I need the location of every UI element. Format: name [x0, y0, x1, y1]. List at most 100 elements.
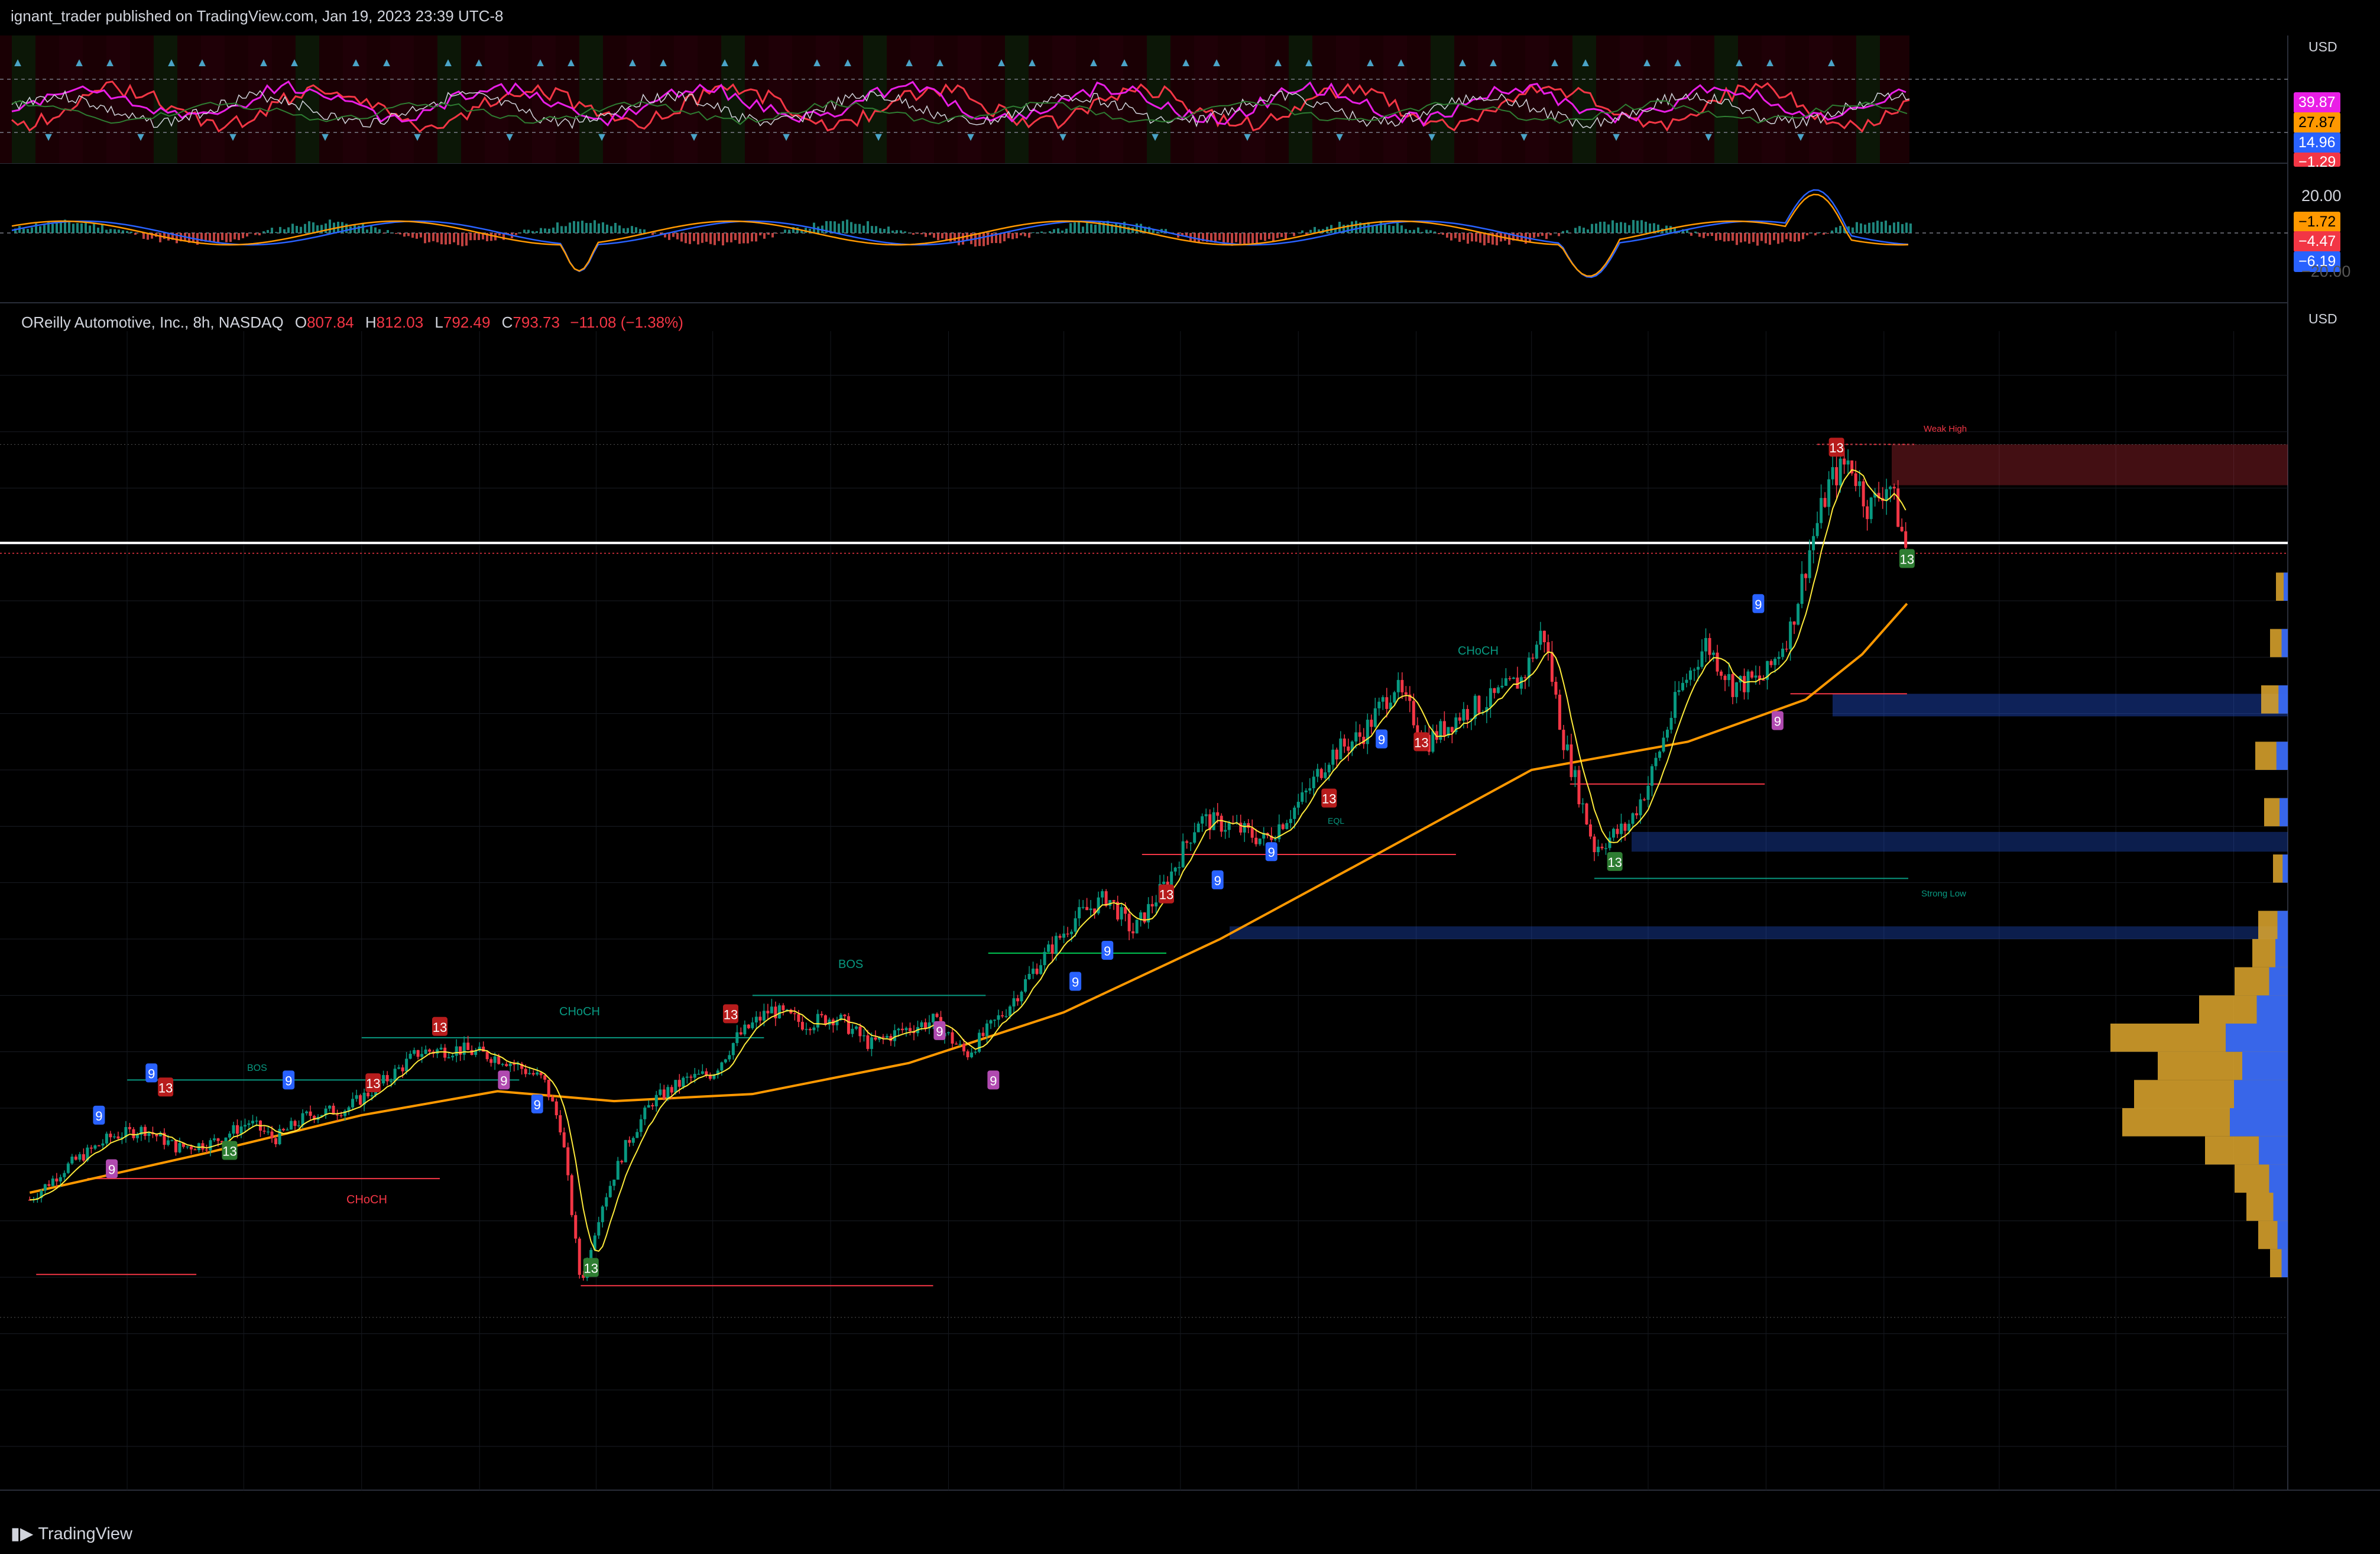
pane2-histogram-bar	[891, 230, 894, 233]
candle-body	[1101, 891, 1104, 898]
tradingview-logo[interactable]: ▮▶ TradingView	[11, 1523, 132, 1544]
candle-body	[1500, 685, 1504, 688]
candle-body	[1804, 574, 1808, 578]
candle-body	[1704, 637, 1708, 652]
pane2-histogram-bar	[618, 225, 621, 233]
candle-body	[1312, 776, 1315, 788]
candle-body	[728, 1055, 731, 1060]
pane1-signal-arrow: ▼	[1241, 131, 1253, 144]
candle-body	[643, 1107, 647, 1119]
pane2-histogram-bar	[287, 227, 290, 233]
candle-body	[1181, 841, 1185, 867]
candle-body	[1531, 658, 1535, 659]
pane2-histogram-bar	[296, 225, 298, 233]
candle-body	[1619, 823, 1623, 834]
pane1-signal-arrow: ▲	[288, 56, 300, 69]
candle-body	[1243, 823, 1246, 833]
candle-body	[1496, 687, 1500, 693]
candle-body	[451, 1056, 455, 1058]
pane2-histogram-bar	[1603, 221, 1606, 233]
pane2-histogram-bar	[1852, 227, 1854, 233]
candle-body	[1539, 630, 1542, 645]
pane2-histogram-bar	[304, 224, 306, 233]
candle-body	[70, 1156, 74, 1164]
candle-body	[900, 1028, 904, 1031]
candle-body	[854, 1026, 858, 1029]
candle-body	[1197, 823, 1200, 833]
candle-body	[290, 1121, 293, 1130]
candle-body	[1155, 902, 1158, 906]
pane2-histogram-bar	[1814, 233, 1817, 236]
pane1-band	[1525, 35, 1549, 163]
pane2-histogram-bar	[1529, 233, 1531, 242]
pane1-signal-arrow: ▲	[1549, 56, 1561, 69]
pane2-histogram-bar	[1760, 233, 1763, 241]
choch-label-2019: CHoCH	[559, 1005, 600, 1018]
pane2-histogram-bar	[1061, 230, 1063, 233]
choch-label-2019b: CHoCH	[346, 1193, 387, 1206]
candle-body	[1009, 1006, 1012, 1016]
pane2-histogram-bar	[759, 233, 761, 236]
candle-body	[908, 1028, 912, 1031]
candle-body	[1608, 837, 1611, 849]
pane2-histogram-bar	[1876, 221, 1879, 233]
pane1-signal-arrow: ▲	[350, 56, 362, 69]
candle-body	[955, 1043, 958, 1045]
pane2-histogram-bar	[643, 229, 646, 233]
candle-body	[1078, 907, 1081, 918]
pane2-histogram-bar	[1053, 229, 1055, 233]
pane2-histogram-bar	[1434, 231, 1436, 233]
candle-body	[1185, 841, 1189, 843]
pane2-histogram-bar	[283, 229, 286, 233]
pane1-signal-arrow: ▲	[1211, 56, 1223, 69]
pane2-histogram-bar	[1069, 223, 1072, 233]
pane2-histogram-bar	[1057, 228, 1059, 233]
pane2-histogram-bar	[68, 222, 70, 233]
pane2-histogram-bar	[416, 233, 418, 239]
td-marker-label: 9	[1104, 944, 1111, 959]
candle-body	[904, 1028, 908, 1031]
candle-body	[624, 1139, 627, 1163]
candle-body	[881, 1037, 885, 1038]
pane2-histogram-bar	[490, 233, 492, 241]
pane2-histogram-bar	[714, 233, 716, 245]
pane1-band	[390, 35, 414, 163]
price-chart[interactable]: 9139 9 13 9139131399991399139 1313913139139▲…	[0, 0, 2380, 1554]
candle-body	[758, 1016, 762, 1021]
bos-label-2019: BOS	[247, 1063, 267, 1073]
volume-profile-bar-buy	[2242, 1051, 2288, 1080]
pane1-signal-arrow: ▲	[1303, 56, 1315, 69]
pane2-histogram-bar	[912, 233, 915, 235]
candle-body	[1224, 830, 1227, 832]
candle-body	[1442, 721, 1446, 736]
candle-body	[870, 1037, 873, 1049]
candle-body	[1750, 671, 1754, 678]
candle-body	[1596, 846, 1600, 853]
candle-body	[1658, 751, 1662, 758]
pane2-histogram-bar	[515, 233, 517, 235]
high-label: H	[365, 313, 377, 331]
candle-body	[1631, 813, 1635, 824]
candle-body	[508, 1063, 512, 1066]
pane2-histogram-bar	[1243, 233, 1246, 244]
low-label: L	[435, 313, 443, 331]
candle-body	[355, 1095, 358, 1099]
candle-body	[1493, 688, 1496, 693]
candle-body	[1866, 506, 1869, 519]
candle-body	[336, 1114, 339, 1116]
pane2-histogram-bar	[262, 231, 265, 233]
candle-body	[189, 1146, 193, 1150]
candle-body	[1247, 823, 1250, 828]
pane2-histogram-bar	[1425, 229, 1428, 233]
candle-body	[1027, 973, 1031, 979]
candle-body	[589, 1249, 593, 1260]
pane2-histogram-bar	[519, 232, 521, 233]
candle-body	[1523, 677, 1527, 678]
pane2-histogram-bar	[399, 233, 401, 235]
pane1-signal-arrow: ▲	[196, 56, 208, 69]
candle-body	[143, 1126, 147, 1137]
pane2-histogram-bar	[983, 233, 985, 247]
pane2-histogram-bar	[1707, 233, 1709, 237]
candle-body	[893, 1030, 896, 1041]
pane2-histogram-bar	[1028, 233, 1030, 238]
